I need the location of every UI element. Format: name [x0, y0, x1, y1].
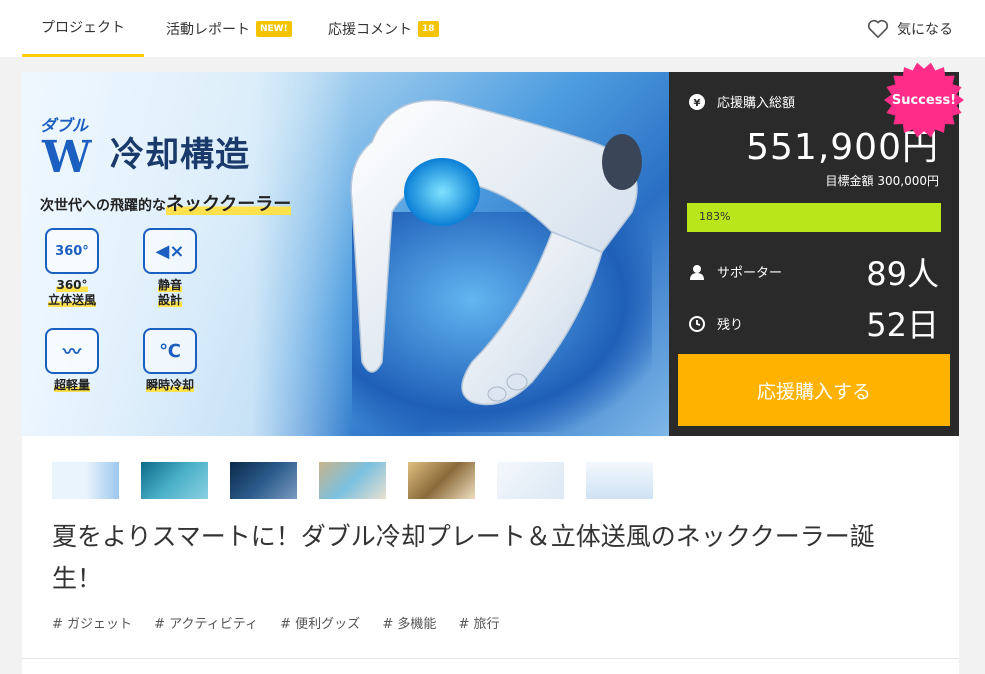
divider: [22, 658, 959, 659]
feature-360-line2: 立体送風: [47, 293, 96, 307]
thumbnail[interactable]: [230, 462, 297, 499]
thumbnail[interactable]: [141, 462, 208, 499]
thumbnail[interactable]: [497, 462, 564, 499]
feature-light-line1: 超軽量: [53, 378, 90, 392]
hero-image[interactable]: ダブル W 冷却構造 次世代への飛躍的なネッククーラー 360° 360° 立体送…: [22, 72, 669, 436]
total-amount-row: ¥ 応援購入総額: [689, 92, 795, 111]
feature-cooling: ℃ 瞬時冷却: [130, 328, 210, 393]
hero-subtitle: 次世代への飛躍的なネッククーラー: [40, 190, 292, 216]
tab-project[interactable]: プロジェクト: [22, 0, 144, 57]
tag-link[interactable]: # 多機能: [382, 617, 436, 632]
feather-icon: 〰: [45, 328, 99, 374]
tab-report-label: 活動レポート: [166, 21, 250, 38]
tag-link[interactable]: # ガジェット: [52, 617, 132, 632]
person-icon: [690, 264, 704, 280]
tab-comments-label: 応援コメント: [328, 21, 412, 38]
hero-subtitle-prefix: 次世代への飛躍的な: [40, 198, 166, 214]
tab-bar: プロジェクト 活動レポート NEW! 応援コメント 18 気になる: [0, 0, 985, 57]
thumbnail[interactable]: [586, 462, 653, 499]
comment-count-badge: 18: [418, 20, 439, 37]
remaining-value: 52日: [866, 306, 939, 344]
tab-comments[interactable]: 応援コメント 18: [328, 0, 439, 57]
heart-icon: [867, 19, 889, 38]
feature-silent: ◀× 静音 設計: [130, 228, 210, 308]
total-amount-label: 応援購入総額: [717, 96, 796, 111]
supporters-value: 89人: [866, 255, 939, 293]
feature-360-line1: 360°: [56, 278, 88, 292]
yen-icon: ¥: [689, 93, 705, 110]
feature-silent-line1: 静音: [157, 278, 182, 292]
success-badge-label: Success!: [891, 92, 957, 108]
tag-list: # ガジェット # アクティビティ # 便利グッズ # 多機能 # 旅行: [52, 613, 518, 632]
progress-bar: 183%: [687, 203, 941, 232]
progress-percent: 183%: [699, 210, 731, 223]
feature-silent-line2: 設計: [157, 293, 182, 307]
project-title: 夏をよりスマートに！ダブル冷却プレート＆立体送風のネッククーラー誕生！: [52, 522, 875, 593]
rotate-360-icon: 360°: [45, 228, 99, 274]
hero-w-letter: W: [42, 132, 92, 183]
svg-text:¥: ¥: [694, 98, 701, 109]
remaining-label: 残り: [717, 318, 744, 333]
feature-cooling-line1: 瞬時冷却: [145, 378, 194, 392]
thermometer-icon: ℃: [143, 328, 197, 374]
thumbnail[interactable]: [52, 462, 119, 499]
hero-subtitle-highlight: ネッククーラー: [166, 194, 292, 215]
tag-link[interactable]: # 旅行: [458, 617, 499, 632]
neck-cooler-illustration: [350, 99, 642, 406]
thumbnail[interactable]: [408, 462, 475, 499]
mute-icon: ◀×: [143, 228, 197, 274]
new-badge: NEW!: [256, 20, 292, 37]
remaining-row: 残り: [689, 314, 743, 333]
supporters-label: サポーター: [717, 266, 783, 281]
project-card: ダブル W 冷却構造 次世代への飛躍的なネッククーラー 360° 360° 立体送…: [22, 72, 959, 674]
supporters-row: サポーター: [689, 262, 782, 281]
clock-icon: [689, 315, 705, 332]
favorite-label: 気になる: [897, 21, 953, 38]
goal-amount: 目標金額 300,000円: [825, 174, 939, 188]
tab-report[interactable]: 活動レポート NEW!: [166, 0, 292, 57]
favorite-button[interactable]: 気になる: [867, 0, 953, 57]
success-badge: Success!: [880, 60, 968, 140]
tag-link[interactable]: # 便利グッズ: [280, 617, 360, 632]
support-purchase-button[interactable]: 応援購入する: [678, 354, 950, 426]
hero-title: 冷却構造: [110, 135, 250, 175]
tab-project-label: プロジェクト: [41, 20, 125, 36]
thumbnail[interactable]: [319, 462, 386, 499]
feature-light: 〰 超軽量: [32, 328, 112, 393]
tag-link[interactable]: # アクティビティ: [154, 617, 258, 632]
feature-360: 360° 360° 立体送風: [32, 228, 112, 308]
